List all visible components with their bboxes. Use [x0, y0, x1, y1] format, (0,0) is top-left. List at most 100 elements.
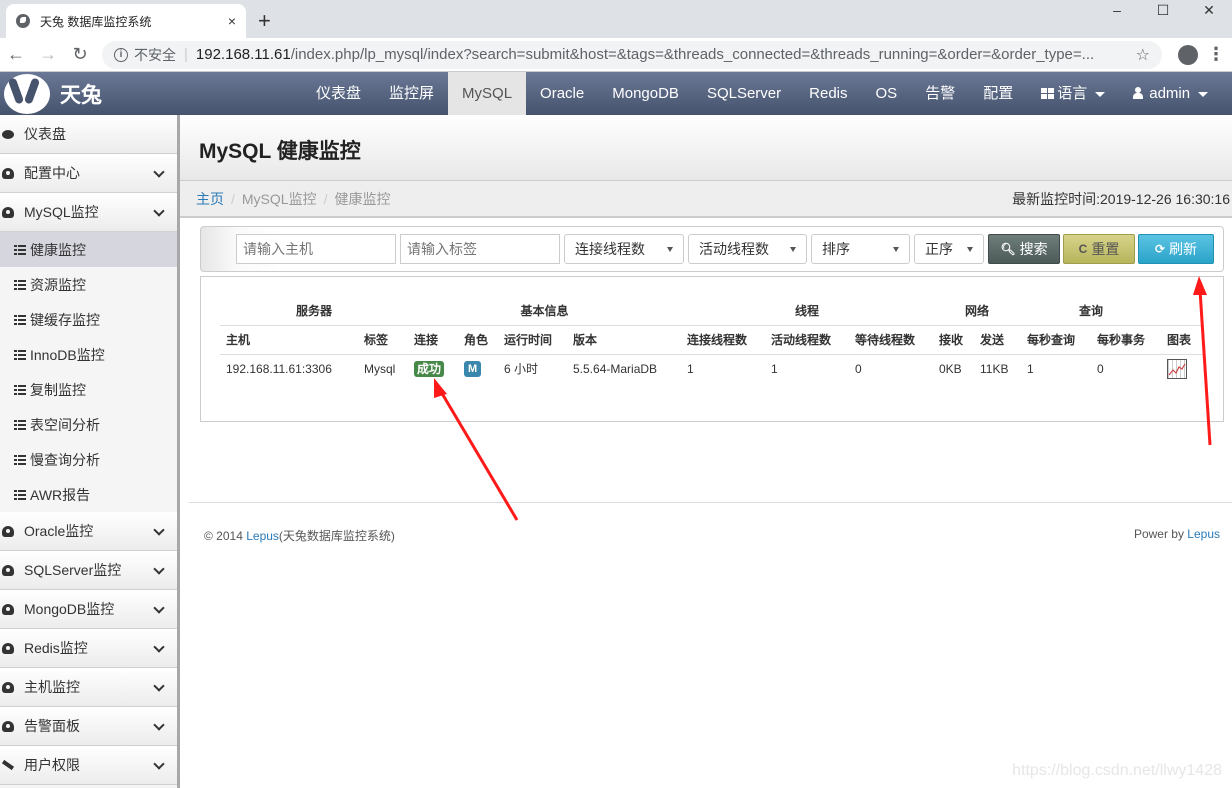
- nav-os[interactable]: OS: [862, 72, 912, 115]
- info-icon[interactable]: i: [114, 47, 128, 62]
- footer-lepus-link[interactable]: Lepus: [246, 529, 279, 543]
- col-host[interactable]: 主机: [220, 325, 358, 355]
- search-button[interactable]: 🔍︎ 搜索: [988, 234, 1060, 264]
- sidebar-item-oracle[interactable]: Oracle监控: [0, 512, 177, 551]
- refresh-button[interactable]: ⟳ 刷新: [1138, 234, 1214, 264]
- nav-config[interactable]: 配置: [969, 72, 1027, 115]
- sidebar-item-redis[interactable]: Redis监控: [0, 629, 177, 668]
- tags-input[interactable]: [400, 234, 560, 264]
- nav-monitor-screen[interactable]: 监控屏: [375, 72, 448, 115]
- url-separator: |: [184, 46, 188, 63]
- threads-connected-select[interactable]: 连接线程数: [564, 234, 684, 264]
- col-version[interactable]: 版本: [567, 325, 681, 355]
- sidebar-item-label: 仪表盘: [24, 126, 66, 142]
- sidebar-subitem-key-cache[interactable]: 键缓存监控: [0, 302, 177, 337]
- nav-mysql[interactable]: MySQL: [448, 72, 527, 115]
- connect-status-badge: 成功: [414, 360, 445, 377]
- host-input[interactable]: [236, 234, 396, 264]
- threads-running-select[interactable]: 活动线程数: [688, 234, 807, 264]
- col-qps[interactable]: 每秒查询: [1021, 325, 1091, 355]
- cell-tags: Mysql: [364, 361, 396, 376]
- nav-sqlserver[interactable]: SQLServer: [693, 72, 795, 115]
- col-threads-connected[interactable]: 连接线程数: [681, 325, 765, 355]
- order-select[interactable]: 排序: [811, 234, 910, 264]
- sidebar-item-config-center[interactable]: 配置中心: [0, 154, 177, 193]
- brand-name[interactable]: 天兔: [60, 79, 102, 109]
- back-button[interactable]: ←: [0, 44, 32, 65]
- breadcrumb-mysql: MySQL监控: [241, 190, 317, 207]
- sidebar-item-user-permissions[interactable]: 用户权限: [0, 746, 177, 785]
- col-connect[interactable]: 连接: [408, 325, 458, 355]
- app-navbar: 天兔 仪表盘 监控屏 MySQL Oracle MongoDB SQLServe…: [0, 72, 1232, 115]
- cell-threads-connected: 1: [687, 361, 694, 376]
- col-sent[interactable]: 发送: [974, 325, 1021, 355]
- dashboard-icon: [2, 564, 14, 576]
- col-role[interactable]: 角色: [458, 325, 498, 355]
- sidebar-subitem-awr[interactable]: AWR报告: [0, 477, 177, 512]
- footer-power-link[interactable]: Lepus: [1187, 527, 1220, 541]
- refresh-label: 刷新: [1169, 241, 1198, 257]
- sidebar-subitem-innodb[interactable]: InnoDB监控: [0, 337, 177, 372]
- col-received[interactable]: 接收: [933, 325, 974, 355]
- cell-host: 192.168.11.61:3306: [226, 361, 332, 376]
- sidebar-subitem-label: 健康监控: [30, 241, 86, 258]
- order-type-select[interactable]: 正序: [914, 234, 984, 264]
- nav-language-dropdown[interactable]: 语言: [1027, 72, 1119, 115]
- sidebar-subitem-label: 复制监控: [30, 381, 86, 398]
- nav-redis[interactable]: Redis: [795, 72, 861, 115]
- close-tab-icon[interactable]: ×: [228, 13, 236, 29]
- breadcrumb-home[interactable]: 主页: [196, 191, 224, 207]
- sidebar-item-alarm-panel[interactable]: 告警面板: [0, 707, 177, 746]
- sidebar-subitem-label: AWR报告: [30, 486, 91, 503]
- sidebar-subitem-label: 资源监控: [30, 276, 86, 293]
- sidebar-item-mysql[interactable]: MySQL监控: [0, 193, 177, 232]
- dropdown-arrow-icon: [967, 246, 973, 252]
- sidebar-subitem-replication[interactable]: 复制监控: [0, 372, 177, 407]
- rabbit-logo-icon[interactable]: [0, 72, 50, 115]
- breadcrumb: 主页 / MySQL监控 / 健康监控: [196, 189, 390, 209]
- sidebar-subitem-tablespace[interactable]: 表空间分析: [0, 407, 177, 442]
- sidebar-subitem-health[interactable]: 健康监控: [0, 232, 177, 267]
- url-input[interactable]: i 不安全 | 192.168.11.61 /index.php/lp_mysq…: [102, 40, 1162, 69]
- sidebar-item-label: 告警面板: [24, 718, 80, 734]
- copyright-text: © 2014: [204, 529, 247, 543]
- refresh-icon: ⟳: [1154, 242, 1166, 256]
- nav-dashboard[interactable]: 仪表盘: [302, 72, 375, 115]
- maximize-button[interactable]: ☐: [1140, 0, 1186, 20]
- line-chart-icon[interactable]: [1167, 358, 1187, 379]
- col-uptime[interactable]: 运行时间: [498, 325, 567, 355]
- main-content: MySQL 健康监控 主页 / MySQL监控 / 健康监控 最新监控时间:2019-1…: [180, 115, 1232, 788]
- browser-menu-icon[interactable]: ⋮: [1206, 44, 1226, 65]
- forward-button[interactable]: →: [32, 44, 64, 65]
- col-tags[interactable]: 标签: [358, 325, 408, 355]
- nav-alarm[interactable]: 告警: [911, 72, 969, 115]
- col-threads-waits[interactable]: 等待线程数: [849, 325, 933, 355]
- sidebar-item-dashboard[interactable]: 仪表盘: [0, 115, 177, 154]
- profile-avatar-icon[interactable]: [1178, 44, 1198, 65]
- nav-mongodb[interactable]: MongoDB: [598, 72, 693, 115]
- chevron-down-icon: [153, 641, 165, 653]
- minimize-button[interactable]: –: [1094, 0, 1140, 20]
- col-tps[interactable]: 每秒事务: [1091, 325, 1161, 355]
- dashboard-icon: [2, 525, 14, 537]
- sidebar-item-sqlserver[interactable]: SQLServer监控: [0, 551, 177, 590]
- bookmark-star-icon[interactable]: ☆: [1136, 45, 1150, 65]
- browser-tab[interactable]: 天兔 数据库监控系统 ×: [6, 4, 246, 38]
- dropdown-arrow-icon: [667, 246, 673, 252]
- nav-user-dropdown[interactable]: admin: [1119, 72, 1222, 115]
- close-window-button[interactable]: ✕: [1186, 0, 1232, 20]
- sidebar-item-mongodb[interactable]: MongoDB监控: [0, 590, 177, 629]
- nav-oracle[interactable]: Oracle: [526, 72, 598, 115]
- search-icon: 🔍︎: [1000, 242, 1016, 256]
- new-tab-button[interactable]: +: [258, 8, 271, 34]
- reset-button[interactable]: C 重置: [1063, 234, 1135, 264]
- window-controls: – ☐ ✕: [1094, 0, 1232, 20]
- col-threads-running[interactable]: 活动线程数: [765, 325, 849, 355]
- reload-button[interactable]: ↻: [64, 44, 96, 65]
- sidebar-subitem-slow-query[interactable]: 慢查询分析: [0, 442, 177, 477]
- sidebar-item-host[interactable]: 主机监控: [0, 668, 177, 707]
- page-title: MySQL 健康监控: [199, 140, 361, 163]
- dashboard-icon: [2, 681, 14, 693]
- dropdown-arrow-icon: [893, 246, 899, 252]
- sidebar-subitem-resource[interactable]: 资源监控: [0, 267, 177, 302]
